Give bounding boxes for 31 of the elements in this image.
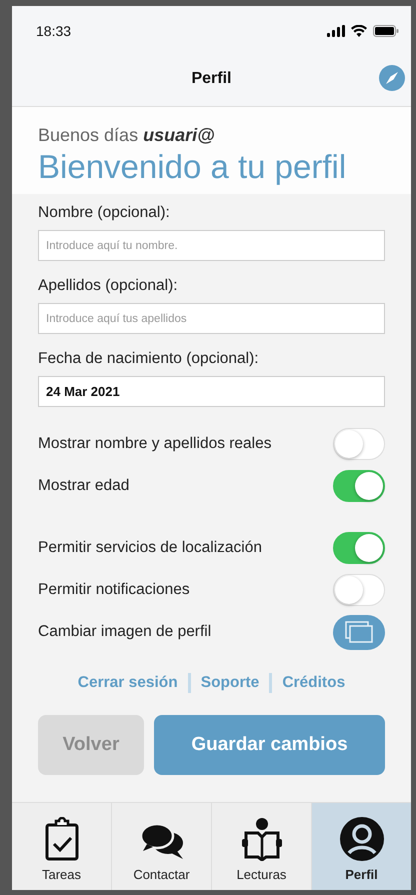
images-icon	[345, 621, 373, 643]
setting-label: Cambiar imagen de perfil	[38, 623, 212, 641]
field-label: Apellidos (opcional):	[38, 277, 179, 295]
setting-label: Permitir notificaciones	[38, 581, 190, 599]
welcome-title: Bienvenido a tu perfil	[38, 148, 348, 186]
tab[interactable]: Tareas	[12, 803, 111, 890]
toggle-switch[interactable]	[333, 532, 385, 564]
input-field[interactable]: Introduce aquí tus apellidos	[38, 303, 385, 334]
toggle-switch[interactable]	[333, 428, 385, 460]
field-label: Fecha de nacimiento (opcional):	[38, 350, 260, 368]
toggle-switch[interactable]	[333, 470, 385, 502]
setting-label: Permitir servicios de localización	[38, 539, 262, 557]
reading-person-icon	[240, 817, 284, 861]
change-image-button[interactable]	[333, 614, 385, 650]
compass-icon[interactable]	[379, 65, 405, 91]
battery-icon	[373, 25, 399, 37]
toggle-switch[interactable]	[333, 574, 385, 606]
status-time: 18:33	[36, 23, 72, 39]
user-avatar-icon	[340, 817, 384, 861]
tab[interactable]: Contactar	[111, 803, 211, 890]
date-field[interactable]: 24 Mar 2021	[38, 376, 385, 407]
setting-label: Mostrar edad	[38, 477, 130, 495]
field-label: Nombre (opcional):	[38, 204, 171, 222]
input-field[interactable]: Introduce aquí tu nombre.	[38, 230, 385, 261]
setting-label: Mostrar nombre y apellidos reales	[38, 435, 272, 453]
greeting: Buenos días usuari@	[38, 125, 216, 146]
signal-icon	[327, 25, 345, 37]
screen-title: Perfil	[191, 70, 232, 88]
wifi-icon	[351, 25, 367, 37]
clipboard-check-icon	[44, 817, 78, 861]
tab[interactable]: Perfil	[311, 803, 411, 890]
